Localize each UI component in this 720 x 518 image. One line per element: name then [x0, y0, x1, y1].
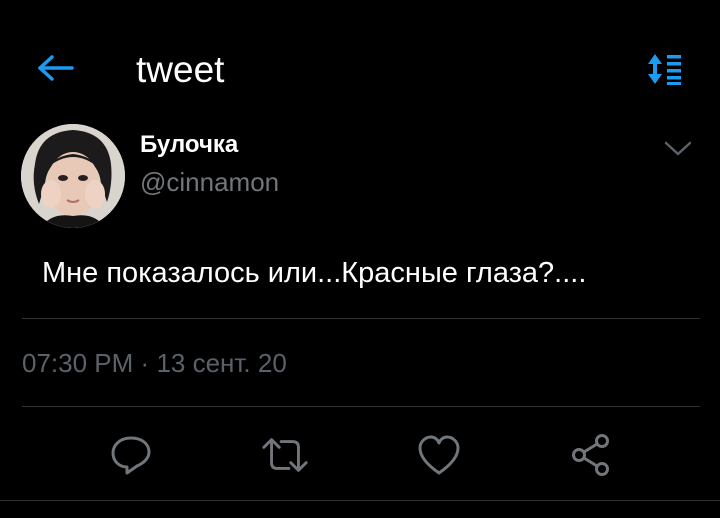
avatar-photo: [21, 124, 125, 228]
arrow-left-icon: [38, 55, 74, 81]
timestamp-separator: ·: [140, 348, 150, 378]
bottom-divider: [0, 500, 720, 501]
user-handle[interactable]: @cinnamon: [140, 166, 279, 198]
tweet-text: Мне показалось или...Красные глаза?....: [42, 257, 587, 289]
more-options-button[interactable]: [658, 132, 698, 166]
tweet-date: 13 сент. 20: [156, 348, 287, 378]
top-bar: tweet: [0, 0, 720, 120]
tweet-time: 07:30 PM: [22, 348, 134, 378]
page-title: tweet: [136, 49, 225, 90]
retweet-button[interactable]: [260, 430, 310, 480]
heart-icon: [418, 435, 460, 475]
display-name[interactable]: Булочка: [140, 130, 238, 160]
back-button[interactable]: [30, 46, 80, 90]
divider: [22, 318, 700, 319]
sort-button[interactable]: [642, 48, 686, 90]
chevron-down-icon: [664, 141, 692, 156]
tweet-timestamp: 07:30 PM · 13 сент. 20: [22, 346, 287, 380]
reply-button[interactable]: [106, 430, 156, 480]
reply-icon: [111, 436, 151, 475]
sort-list-icon: [648, 54, 681, 85]
like-button[interactable]: [414, 430, 464, 480]
share-icon: [572, 434, 609, 476]
retweet-icon: [262, 438, 308, 472]
avatar[interactable]: [21, 124, 125, 228]
share-button[interactable]: [566, 430, 616, 480]
divider: [22, 406, 700, 407]
